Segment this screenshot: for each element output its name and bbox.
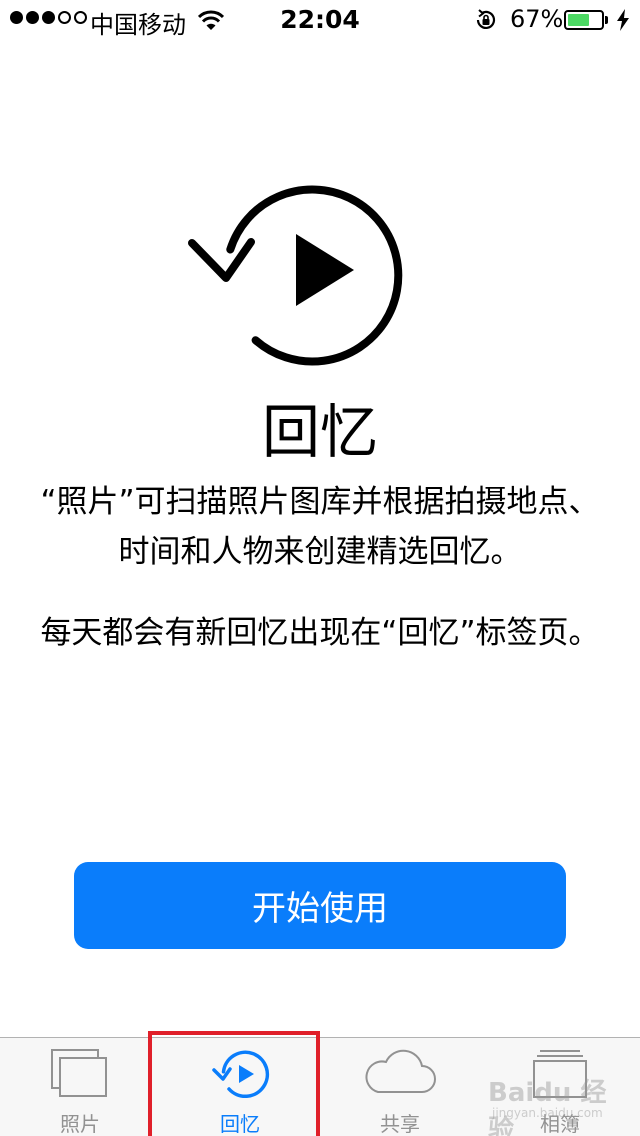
battery-percentage: 67% xyxy=(510,5,564,33)
description-text: “照片”可扫描照片图库并根据拍摄地点、时间和人物来创建精选回忆。 xyxy=(40,484,600,570)
rotation-lock-icon xyxy=(474,8,498,38)
battery-icon xyxy=(564,10,604,30)
photos-icon xyxy=(0,1048,160,1100)
tab-photos[interactable]: 照片 xyxy=(0,1038,160,1136)
tab-label: 相簿 xyxy=(540,1112,580,1136)
page-title: 回忆 xyxy=(261,398,378,466)
battery-cap xyxy=(605,16,608,24)
memories-icon xyxy=(160,1048,320,1100)
screen: 中国移动 22:04 67% 回忆 “照片”可扫描照片图库并根据拍摄地点、时间和… xyxy=(0,0,640,1136)
tab-bar: 照片 回忆 共享 相簿 xyxy=(0,1037,640,1136)
tab-label: 共享 xyxy=(380,1112,420,1136)
albums-icon xyxy=(480,1048,640,1100)
description-text-secondary: 每天都会有新回忆出现在“回忆”标签页。 xyxy=(40,615,600,651)
start-button[interactable]: 开始使用 xyxy=(74,862,566,949)
cloud-icon xyxy=(320,1048,480,1100)
battery-fill xyxy=(568,14,590,26)
memories-play-icon xyxy=(185,165,430,379)
tab-albums[interactable]: 相簿 xyxy=(480,1038,640,1136)
tab-shared[interactable]: 共享 xyxy=(320,1038,480,1136)
status-bar: 中国移动 22:04 67% xyxy=(0,0,640,40)
tab-memories[interactable]: 回忆 xyxy=(160,1038,320,1136)
tab-label: 回忆 xyxy=(220,1112,260,1136)
tab-label: 照片 xyxy=(60,1112,100,1136)
charging-icon xyxy=(616,9,630,37)
